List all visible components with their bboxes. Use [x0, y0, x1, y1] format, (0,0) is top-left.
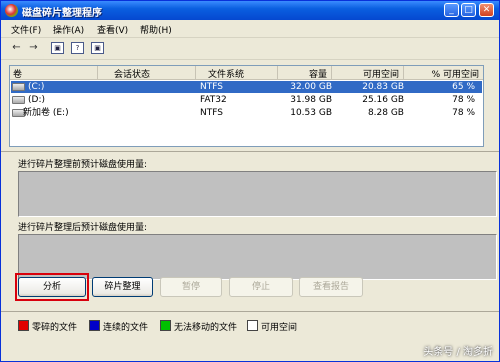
volume-free-space: 20.83 GB: [362, 82, 404, 92]
legend-swatch: [89, 320, 100, 331]
title-bar[interactable]: 磁盘碎片整理程序 _ □ ✕: [1, 1, 499, 20]
legend-free-space: 可用空间: [247, 320, 298, 333]
defragment-button[interactable]: 碎片整理: [92, 277, 153, 297]
volume-percent-free: 78 %: [452, 108, 475, 118]
volume-name: (D:): [28, 95, 45, 105]
volume-row-d[interactable]: (D:) FAT32 31.98 GB 25.16 GB 78 %: [10, 94, 483, 106]
back-icon[interactable]: ←: [10, 42, 23, 54]
volume-capacity: 32.00 GB: [290, 82, 332, 92]
volume-list[interactable]: 卷 会话状态 文件系统 容量 可用空间 % 可用空间 (C:) NTFS 32.…: [9, 65, 484, 147]
app-icon: [5, 4, 18, 17]
defrag-window: 磁盘碎片整理程序 _ □ ✕ 文件(F) 操作(A) 查看(V) 帮助(H) ←…: [0, 0, 500, 362]
menu-help[interactable]: 帮助(H): [140, 23, 172, 36]
maximize-button[interactable]: □: [461, 3, 476, 17]
analyze-button[interactable]: 分析: [18, 277, 86, 297]
forward-icon[interactable]: →: [27, 42, 40, 54]
volume-row-e[interactable]: 新加卷 (E:) NTFS 10.53 GB 8.28 GB 78 %: [10, 107, 483, 119]
drive-icon: [12, 83, 25, 91]
legend-swatch: [160, 320, 171, 331]
column-header-percent-free[interactable]: % 可用空间: [404, 66, 483, 80]
pause-button[interactable]: 暂停: [160, 277, 222, 297]
properties-icon[interactable]: ▣: [91, 42, 104, 54]
menu-action[interactable]: 操作(A): [53, 23, 84, 36]
legend-unmovable: 无法移动的文件: [160, 320, 238, 333]
toolbar: ← → ▣ ? ▣: [1, 38, 499, 60]
menu-file[interactable]: 文件(F): [11, 23, 41, 36]
minimize-button[interactable]: _: [444, 3, 459, 17]
volume-capacity: 10.53 GB: [290, 108, 332, 118]
legend-swatch: [18, 320, 29, 331]
column-header-file-system[interactable]: 文件系统: [196, 66, 278, 80]
volume-free-space: 25.16 GB: [362, 95, 404, 105]
menu-bar: 文件(F) 操作(A) 查看(V) 帮助(H): [1, 20, 499, 38]
column-header-capacity[interactable]: 容量: [278, 66, 332, 80]
divider: [1, 311, 499, 312]
after-usage-graph: [18, 234, 497, 280]
before-usage-label: 进行碎片整理前预计磁盘使用量:: [18, 160, 148, 170]
window-title: 磁盘碎片整理程序: [22, 8, 102, 19]
legend-label: 无法移动的文件: [174, 323, 238, 333]
after-usage-label: 进行碎片整理后预计磁盘使用量:: [18, 223, 148, 233]
legend-fragmented: 零碎的文件: [18, 320, 78, 333]
help-icon[interactable]: ?: [71, 42, 84, 54]
divider: [1, 151, 499, 152]
legend-label: 零碎的文件: [32, 323, 78, 333]
volume-file-system: NTFS: [200, 108, 223, 118]
menu-view[interactable]: 查看(V): [97, 23, 128, 36]
volume-name: (C:): [28, 82, 45, 92]
volume-row-c[interactable]: (C:) NTFS 32.00 GB 20.83 GB 65 %: [10, 81, 483, 93]
volume-file-system: FAT32: [200, 95, 227, 105]
watermark: 头条号 / 淘多折: [423, 347, 493, 358]
legend-contiguous: 连续的文件: [89, 320, 149, 333]
volume-name: 新加卷 (E:): [23, 108, 69, 118]
view-report-button[interactable]: 查看报告: [299, 277, 363, 297]
close-button[interactable]: ✕: [479, 3, 494, 17]
volume-percent-free: 65 %: [452, 82, 475, 92]
before-usage-graph: [18, 171, 497, 217]
drive-icon: [12, 96, 25, 104]
column-header-volume[interactable]: 卷: [10, 66, 98, 80]
volume-capacity: 31.98 GB: [290, 95, 332, 105]
legend-label: 可用空间: [261, 323, 298, 333]
volume-free-space: 8.28 GB: [367, 108, 404, 118]
volume-file-system: NTFS: [200, 82, 223, 92]
column-header-free-space[interactable]: 可用空间: [332, 66, 404, 80]
legend-swatch: [247, 320, 258, 331]
stop-button[interactable]: 停止: [229, 277, 293, 297]
column-header-session-status[interactable]: 会话状态: [98, 66, 196, 80]
volume-percent-free: 78 %: [452, 95, 475, 105]
legend-label: 连续的文件: [103, 323, 149, 333]
show-hide-console-tree-icon[interactable]: ▣: [51, 42, 64, 54]
